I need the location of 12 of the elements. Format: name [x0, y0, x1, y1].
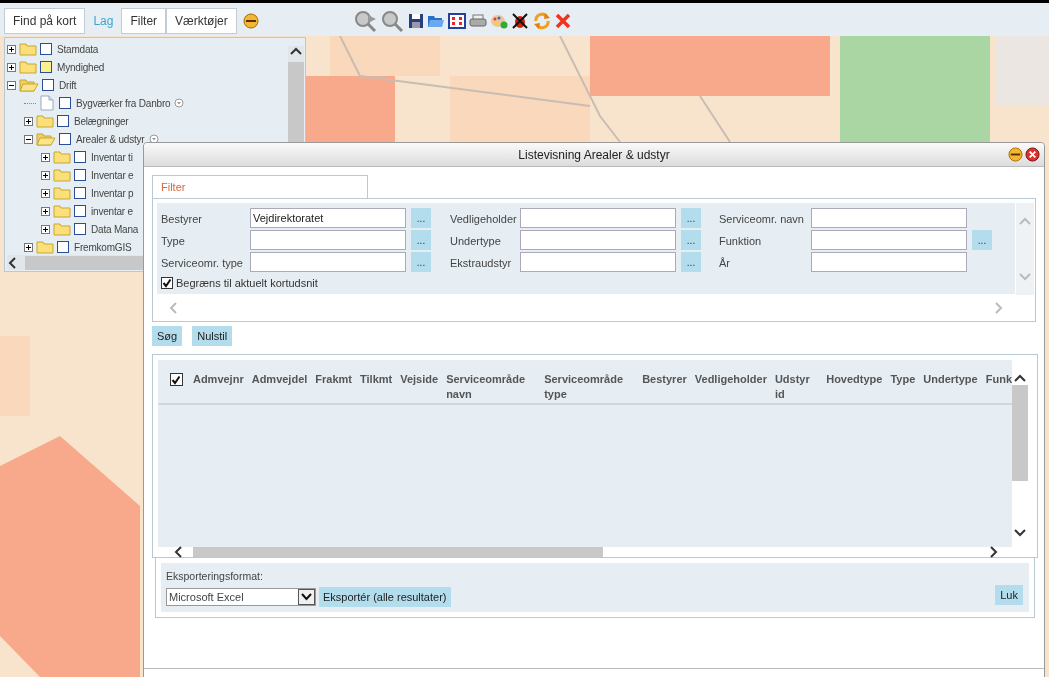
- checkbox-label: Begræns til aktuelt kortudsnit: [176, 276, 318, 291]
- field-label: Serviceomr. type: [161, 256, 243, 271]
- export-format-label: Eksporteringsformat:: [166, 569, 264, 584]
- field-label: Undertype: [450, 234, 501, 249]
- field-label: Serviceomr. navn: [719, 212, 804, 227]
- dialog-title: Listevisning Arealer & udstyr: [518, 146, 670, 164]
- field-label: Bestyrer: [161, 212, 202, 227]
- field-label: Vedligeholder: [450, 212, 517, 227]
- field-label: Funktion: [719, 234, 762, 249]
- field-label: Ekstraudstyr: [450, 256, 512, 271]
- field-label: År: [719, 256, 730, 271]
- field-label: Type: [161, 234, 185, 249]
